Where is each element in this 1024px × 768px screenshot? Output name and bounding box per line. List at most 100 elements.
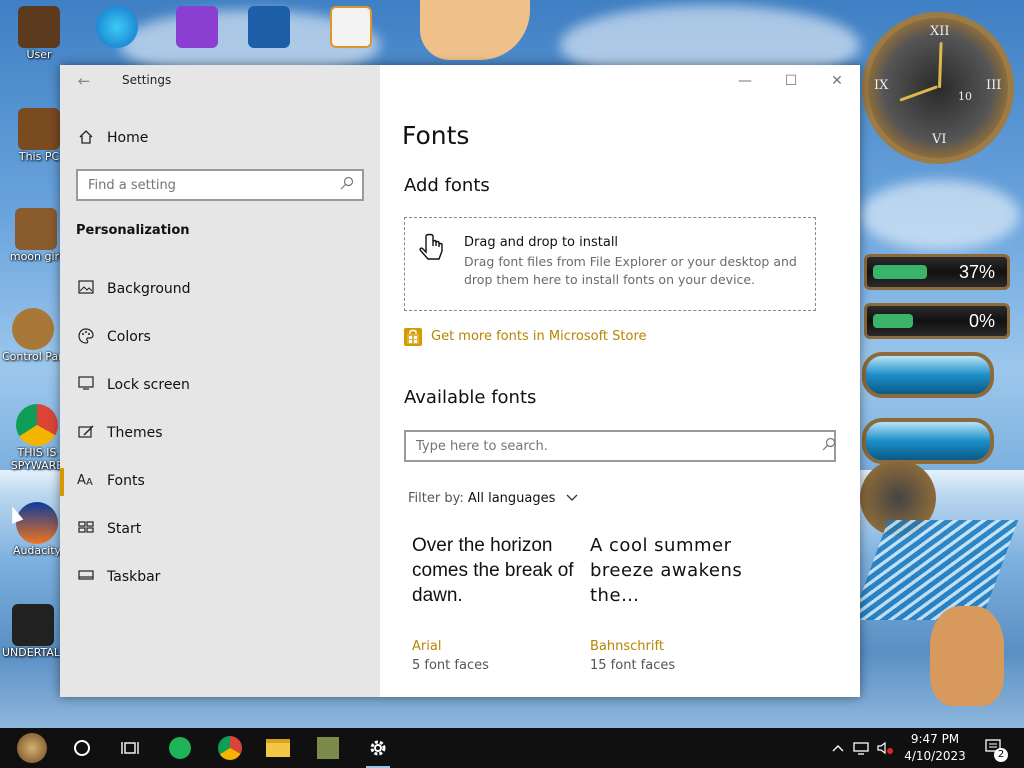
taskbar-date: 4/10/2023 <box>904 749 966 763</box>
cartoon-face-widget <box>420 0 530 60</box>
settings-taskbar-button[interactable] <box>358 733 398 768</box>
font-icon: AA <box>76 472 96 492</box>
desktop-icon-controlpanel[interactable]: Control Panel <box>2 308 64 363</box>
language-filter[interactable]: Filter by: All languages <box>408 491 578 506</box>
svg-text:A: A <box>77 473 86 488</box>
sidebar-item-label: Background <box>107 281 191 297</box>
sidebar-item-start[interactable]: Start <box>60 510 380 550</box>
font-faces-count: 5 font faces <box>412 658 489 673</box>
sidebar-item-colors[interactable]: Colors <box>60 318 380 358</box>
sidebar-item-label: Start <box>107 521 142 537</box>
font-faces-count: 15 font faces <box>590 658 676 673</box>
cpu-gauge-value: 37% <box>958 262 995 282</box>
font-drop-zone[interactable]: Drag and drop to install Drag font files… <box>404 217 816 311</box>
drop-zone-title: Drag and drop to install <box>464 235 619 250</box>
clock-number: XII <box>930 24 950 39</box>
game-app-button[interactable] <box>308 733 348 763</box>
close-button[interactable]: ✕ <box>814 65 860 97</box>
sidebar-item-label: Themes <box>107 425 163 441</box>
font-search-box[interactable] <box>404 430 836 462</box>
desktop-icon-moongirl[interactable]: moon girl <box>5 208 67 263</box>
fonts-page: Fonts Add fonts Drag and drop to install… <box>380 97 860 697</box>
volume-muted-icon[interactable] <box>874 728 896 768</box>
desktop-icon-user[interactable]: User <box>8 6 70 61</box>
taskbar: 9:47 PM 4/10/2023 2 <box>0 728 1024 768</box>
sidebar-item-home[interactable]: Home <box>60 121 380 157</box>
cloud <box>860 180 1020 250</box>
memory-gauge-value: 0% <box>968 311 995 331</box>
action-center-button[interactable]: 2 <box>980 728 1010 768</box>
network-icon[interactable] <box>850 728 872 768</box>
sidebar-item-label: Home <box>107 130 149 146</box>
search-icon <box>822 437 836 453</box>
sidebar-item-themes[interactable]: Themes <box>60 414 380 454</box>
steampunk-start-icon <box>17 733 47 763</box>
desktop-icon-undertale[interactable]: UNDERTALE <box>2 604 64 659</box>
sheets-app-button[interactable] <box>160 733 200 763</box>
chevron-down-icon <box>566 492 578 505</box>
clock-number: III <box>986 78 1002 93</box>
drive-tube <box>862 418 994 464</box>
virtualbox-icon <box>248 6 290 48</box>
hamster-widget <box>930 606 1004 706</box>
desktop-icon-vs[interactable] <box>166 6 228 48</box>
show-hidden-icons-button[interactable] <box>828 728 848 768</box>
taskbar-clock[interactable]: 9:47 PM 4/10/2023 <box>898 731 972 765</box>
font-name: Arial <box>412 639 442 654</box>
chrome-icon <box>16 404 58 446</box>
taskbar-time: 9:47 PM <box>910 732 960 746</box>
clock-widget: XII III VI IX 10 <box>862 12 1014 164</box>
font-search-input[interactable] <box>406 432 806 460</box>
store-link-text[interactable]: Get more fonts in Microsoft Store <box>431 329 647 344</box>
desktop-icon-label: Audacity <box>12 544 62 557</box>
sidebar-item-taskbar[interactable]: Taskbar <box>60 558 380 598</box>
find-setting-input[interactable] <box>78 171 328 199</box>
taskbar-icon <box>76 568 96 588</box>
add-fonts-heading: Add fonts <box>404 175 490 196</box>
font-card-bahnschrift[interactable]: A cool summer breeze awakens the… Bahnsc… <box>590 533 750 673</box>
sidebar-item-fonts[interactable]: AA Fonts <box>60 462 380 502</box>
start-button[interactable] <box>12 733 52 763</box>
brush-icon <box>76 424 96 444</box>
font-card-arial[interactable]: Over the horizon comes the break of dawn… <box>412 533 582 673</box>
maximize-button[interactable]: ☐ <box>768 65 814 97</box>
desktop-icon-hxd[interactable] <box>320 6 382 48</box>
sidebar-item-label: Colors <box>107 329 151 345</box>
hand-pointer-icon <box>417 232 451 266</box>
minimize-button[interactable]: — <box>722 65 768 97</box>
chrome-icon <box>218 736 242 760</box>
memory-gauge: 0% <box>864 303 1010 339</box>
font-sample-text: A cool summer breeze awakens the… <box>590 535 743 606</box>
sidebar-item-background[interactable]: Background <box>60 270 380 310</box>
clock-minute-hand <box>899 85 938 102</box>
desktop-icon-label: Control Panel <box>2 350 64 363</box>
sidebar-item-lock-screen[interactable]: Lock screen <box>60 366 380 406</box>
desktop-icon-edge[interactable] <box>86 6 148 48</box>
green-notes-icon <box>169 737 191 759</box>
file-explorer-button[interactable] <box>258 733 298 763</box>
game-app-icon <box>317 737 339 759</box>
section-title: Personalization <box>76 223 190 238</box>
memory-gauge-fill <box>873 314 913 328</box>
desktop-icon-virtualbox[interactable] <box>238 6 300 48</box>
unity-icon <box>12 604 54 646</box>
cpu-gauge: 37% <box>864 254 1010 290</box>
computer-icon <box>18 108 60 150</box>
font-sample-text: Over the horizon comes the break of dawn… <box>412 535 574 606</box>
search-icon <box>340 176 356 192</box>
desktop-icon-label: SPYWARE <box>10 459 64 472</box>
task-view-button[interactable] <box>110 733 150 763</box>
sidebar-item-label: Lock screen <box>107 377 190 393</box>
desktop-icon-chrome[interactable]: THIS IS SPYWARE <box>6 404 68 472</box>
user-folder-icon <box>18 6 60 48</box>
chrome-taskbar-button[interactable] <box>210 733 250 763</box>
find-setting-search[interactable] <box>76 169 364 201</box>
back-arrow-icon[interactable]: ← <box>74 71 94 91</box>
moon-girl-icon <box>15 208 57 250</box>
cortana-button[interactable] <box>62 733 102 763</box>
monitor-icon <box>76 376 96 396</box>
filter-value[interactable]: All languages <box>468 491 556 506</box>
clock-date: 10 <box>958 90 972 103</box>
window-title: Settings <box>122 73 172 87</box>
desktop-icon-label: User <box>26 48 52 61</box>
